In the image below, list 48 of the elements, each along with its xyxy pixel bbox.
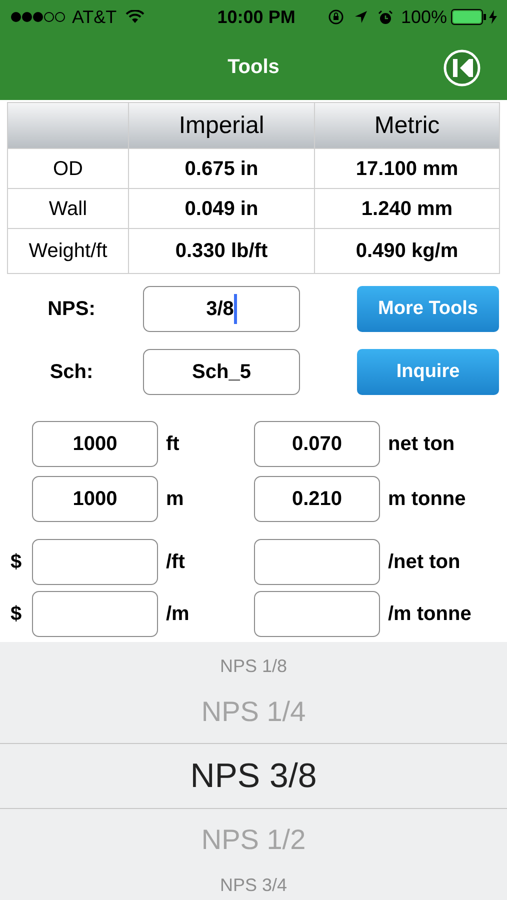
input-field[interactable]: 3/8 <box>143 286 300 332</box>
column-header: Imperial <box>128 103 314 148</box>
input-field[interactable] <box>32 591 158 637</box>
currency-symbol: $ <box>9 602 23 627</box>
currency-symbol: $ <box>9 550 23 575</box>
row-label: Wall <box>48 196 88 222</box>
battery-percentage: 100% <box>400 6 447 28</box>
input-field[interactable] <box>32 539 158 585</box>
clock-time: 10:00 PM <box>216 6 296 28</box>
wifi-icon <box>124 10 145 24</box>
column-header: Metric <box>314 103 499 148</box>
rotation-lock-icon <box>328 9 344 25</box>
input-field[interactable] <box>254 539 380 585</box>
table-cell: 0.330 lb/ft <box>128 229 314 273</box>
unit-label: m tonne <box>387 486 466 512</box>
location-arrow-icon <box>354 10 368 24</box>
charging-bolt-icon <box>488 10 497 24</box>
unit-label: m <box>165 486 185 512</box>
logo-icon[interactable] <box>443 49 481 87</box>
input-field[interactable]: 0.210 <box>254 476 380 522</box>
picker-option[interactable]: NPS 3/8 <box>0 742 507 810</box>
input-field[interactable] <box>254 591 380 637</box>
table-cell: 0.490 kg/m <box>314 229 499 273</box>
table-cell: 0.049 in <box>128 189 314 228</box>
table-cell: 1.240 mm <box>314 189 499 228</box>
input-field[interactable]: Sch_5 <box>143 349 300 395</box>
unit-label: net ton <box>387 432 455 456</box>
row-label: Weight/ft <box>28 239 108 264</box>
unit-label: /net ton <box>387 550 460 575</box>
nav-title: Tools <box>228 55 280 80</box>
unit-label: ft <box>165 432 180 456</box>
unit-label: /ft <box>165 550 186 575</box>
picker-wheel[interactable]: NPS 1/8 NPS 1/4 NPS 3/8 NPS 1/2 NPS 3/4 <box>0 642 507 900</box>
text-cursor <box>234 294 237 324</box>
table-cell: 0.675 in <box>128 149 314 188</box>
row-label: OD <box>52 156 84 182</box>
unit-label: /m tonne <box>387 602 472 627</box>
field-label: NPS: <box>46 297 96 322</box>
field-label: Sch: <box>48 360 94 385</box>
carrier-name: AT&T <box>72 6 117 28</box>
unit-label: /m <box>165 602 190 627</box>
alarm-clock-icon <box>378 10 393 24</box>
signal-strength-icon <box>10 11 66 23</box>
battery-icon <box>450 9 487 25</box>
input-field[interactable]: 1000 <box>32 420 158 466</box>
table-cell: 17.100 mm <box>314 149 499 188</box>
input-field[interactable]: 0.070 <box>254 420 380 466</box>
input-field[interactable]: 1000 <box>32 476 158 522</box>
